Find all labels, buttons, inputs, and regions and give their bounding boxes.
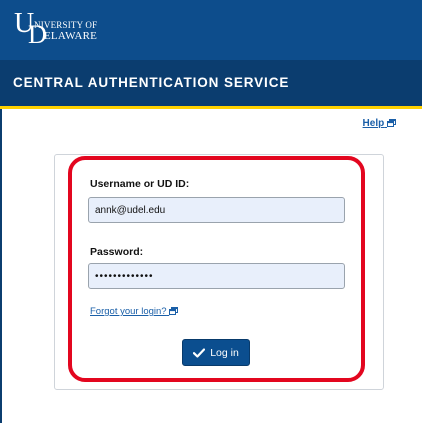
username-label: Username or UD ID: <box>90 178 190 190</box>
logo-text-line2: ELAWARE <box>44 30 98 42</box>
left-divider <box>0 109 2 423</box>
page-title: CENTRAL AUTHENTICATION SERVICE <box>13 75 290 90</box>
forgot-login-link[interactable]: Forgot your login? <box>90 306 179 317</box>
external-window-icon <box>387 119 396 127</box>
login-button[interactable]: Log in <box>182 339 250 366</box>
logo-text-line1: NIVERSITY OF <box>34 20 98 30</box>
checkmark-icon <box>193 347 206 358</box>
username-input[interactable] <box>88 197 345 223</box>
help-label: Help <box>362 118 385 129</box>
login-button-label: Log in <box>210 346 239 359</box>
forgot-login-label: Forgot your login? <box>90 306 167 317</box>
password-label: Password: <box>90 246 144 258</box>
password-input[interactable] <box>88 263 345 289</box>
service-title-bar: CENTRAL AUTHENTICATION SERVICE <box>0 60 422 109</box>
logo-bar: U D NIVERSITY OF ELAWARE <box>0 0 422 60</box>
help-link[interactable]: Help <box>363 118 396 129</box>
external-window-icon <box>169 307 179 315</box>
university-logo[interactable]: U D NIVERSITY OF ELAWARE <box>14 10 134 50</box>
